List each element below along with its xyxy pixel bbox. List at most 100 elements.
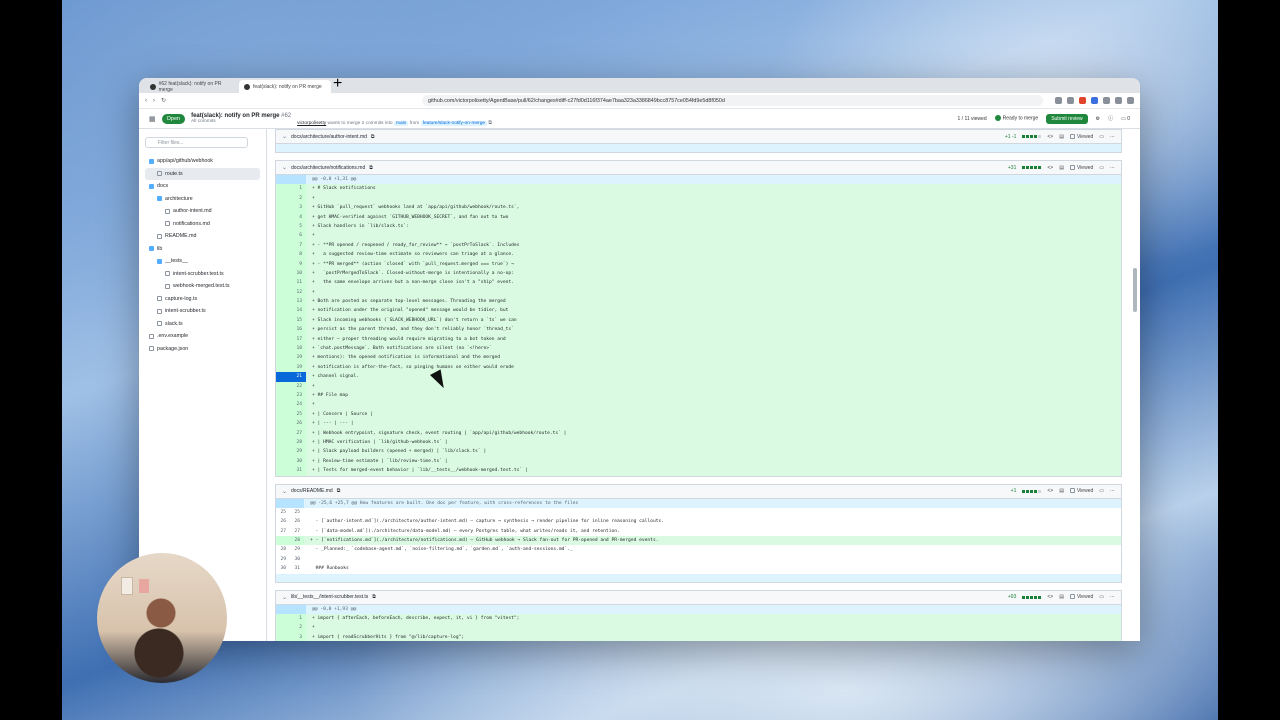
tree-folder[interactable]: architecture [145, 193, 260, 206]
line-number[interactable]: 21 [276, 372, 306, 382]
file-path[interactable]: docs/architecture/author-intent.md [291, 134, 367, 140]
extension-icon[interactable] [1103, 97, 1110, 104]
menu-icon[interactable] [1127, 97, 1134, 104]
tree-file[interactable]: author-intent.md [145, 205, 260, 218]
viewed-checkbox[interactable]: Viewed [1069, 594, 1093, 600]
line-number[interactable]: 23 [276, 390, 306, 401]
chevron-down-icon[interactable]: ⌄ [282, 133, 287, 140]
line-number[interactable]: 25 [276, 409, 306, 420]
line-number[interactable]: 7 [276, 240, 306, 251]
viewed-checkbox[interactable]: Viewed [1069, 165, 1093, 171]
base-branch[interactable]: main [393, 121, 409, 126]
line-number-new[interactable] [290, 498, 304, 508]
line-number[interactable]: 3 [276, 203, 306, 213]
line-number[interactable] [276, 175, 306, 185]
line-number[interactable]: 24 [276, 400, 306, 410]
sidebar-toggle-icon[interactable]: ▦ [149, 115, 156, 123]
file-path[interactable]: docs/architecture/notifications.md [291, 165, 365, 171]
line-number-new[interactable]: 27 [290, 527, 304, 536]
copy-icon[interactable]: ⧉ [372, 594, 376, 600]
copy-icon[interactable]: ⧉ [488, 121, 491, 126]
line-number[interactable]: 17 [276, 334, 306, 345]
tree-folder[interactable]: __tests__ [145, 255, 260, 268]
back-icon[interactable]: ‹ [145, 98, 147, 104]
tree-folder[interactable]: lib [145, 243, 260, 256]
line-number[interactable]: 18 [276, 344, 306, 354]
line-number-new[interactable]: 26 [290, 517, 304, 526]
scrollbar[interactable] [1133, 268, 1137, 312]
chevron-down-icon[interactable]: ⌄ [282, 488, 287, 495]
tree-file[interactable]: route.ts [145, 167, 260, 180]
line-number[interactable]: 28 [276, 437, 306, 448]
kebab-icon[interactable]: ⋯ [1110, 594, 1115, 600]
kebab-icon[interactable]: ⋯ [1110, 134, 1115, 140]
line-number[interactable]: 15 [276, 315, 306, 326]
line-number[interactable] [276, 498, 290, 508]
line-number-new[interactable]: 28 [290, 536, 304, 546]
tree-file[interactable]: capture-log.ts [145, 293, 260, 306]
info-icon[interactable]: ⓘ [1108, 115, 1113, 122]
code-icon[interactable]: <> [1047, 165, 1053, 171]
comment-icon[interactable]: ▭ [1099, 488, 1104, 494]
tree-file[interactable]: README.md [145, 230, 260, 243]
submit-review-button[interactable]: Submit review [1046, 113, 1088, 124]
kebab-icon[interactable]: ⋯ [1110, 488, 1115, 494]
tree-file[interactable]: intent-scrubber.test.ts [145, 268, 260, 281]
extension-icon[interactable] [1091, 97, 1098, 104]
head-branch[interactable]: feature/slack-notify-on-merge [420, 121, 488, 126]
file-icon[interactable]: ▤ [1059, 488, 1064, 494]
line-number[interactable]: 11 [276, 278, 306, 288]
url-field[interactable]: github.com/victorpolisetty/AgentBase/pul… [422, 95, 1043, 106]
gear-icon[interactable]: ⚙ [1096, 116, 1100, 122]
tree-file[interactable]: slack.ts [145, 318, 260, 331]
line-number-new[interactable]: 31 [290, 564, 304, 573]
tree-file[interactable]: webhook-merged.test.ts [145, 280, 260, 293]
line-number[interactable]: 31 [276, 466, 306, 476]
kebab-icon[interactable]: ⋯ [1110, 165, 1115, 171]
tree-folder[interactable]: docs [145, 180, 260, 193]
line-number[interactable]: 30 [276, 456, 306, 467]
pr-author[interactable]: victorpolisetty [297, 121, 326, 126]
line-number[interactable] [276, 604, 306, 615]
line-number[interactable]: 9 [276, 259, 306, 269]
code-icon[interactable]: <> [1047, 594, 1053, 600]
line-number[interactable]: 1 [276, 184, 306, 194]
file-path[interactable]: docs/README.md [291, 488, 333, 494]
line-number[interactable]: 19 [276, 353, 306, 363]
tree-file[interactable]: notifications.md [145, 218, 260, 231]
line-number[interactable]: 16 [276, 325, 306, 335]
chevron-down-icon[interactable]: ⌄ [282, 594, 287, 601]
line-number[interactable] [276, 536, 290, 546]
forward-icon[interactable]: › [153, 98, 155, 104]
comments-icon[interactable]: ▭ 0 [1121, 116, 1130, 122]
extension-icon[interactable] [1055, 97, 1062, 104]
copy-icon[interactable]: ⧉ [371, 134, 375, 140]
line-number[interactable]: 26 [276, 419, 306, 429]
line-number[interactable]: 25 [276, 508, 290, 517]
commits-dropdown[interactable]: All commits [191, 119, 216, 124]
line-number-new[interactable]: 25 [290, 508, 304, 517]
comment-icon[interactable]: ▭ [1099, 165, 1104, 171]
file-icon[interactable]: ▤ [1059, 165, 1064, 171]
extension-icon[interactable] [1067, 97, 1074, 104]
new-tab-icon[interactable]: + [333, 78, 342, 93]
line-number[interactable]: 28 [276, 545, 290, 554]
viewed-checkbox[interactable]: Viewed [1069, 488, 1093, 494]
brave-shield-icon[interactable] [1079, 97, 1086, 104]
filter-files-input[interactable]: Filter files... [145, 137, 248, 148]
line-number[interactable]: 1 [276, 614, 306, 624]
viewed-checkbox[interactable]: Viewed [1069, 134, 1093, 140]
line-number[interactable]: 29 [276, 555, 290, 564]
line-number[interactable]: 27 [276, 428, 306, 438]
browser-tab-2[interactable]: feat(slack): notify on PR merge [239, 80, 331, 93]
line-number[interactable]: 26 [276, 517, 290, 526]
code-icon[interactable]: <> [1047, 488, 1053, 494]
hunk-header[interactable]: @@ -0,0 +1,31 @@ [276, 175, 1121, 185]
copy-icon[interactable]: ⧉ [337, 488, 341, 494]
copy-icon[interactable]: ⧉ [369, 165, 373, 171]
line-number[interactable]: 4 [276, 212, 306, 222]
line-number[interactable]: 13 [276, 297, 306, 307]
reload-icon[interactable]: ↻ [161, 97, 166, 104]
tree-folder[interactable]: app/api/github/webhook [145, 155, 260, 168]
expand-row[interactable] [276, 573, 1121, 582]
